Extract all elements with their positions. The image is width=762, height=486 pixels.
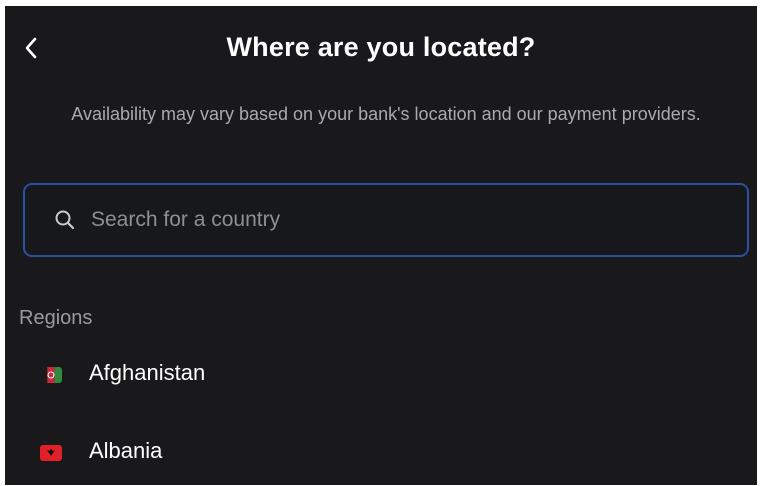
country-name: Albania — [89, 438, 163, 463]
country-item-afghanistan[interactable]: Afghanistan — [5, 348, 757, 414]
albania-flag-icon — [40, 445, 62, 461]
location-picker-screen: Where are you located? Availability may … — [5, 6, 757, 485]
search-field[interactable] — [23, 183, 749, 257]
regions-heading: Regions — [19, 307, 93, 329]
availability-note: Availability may vary based on your bank… — [71, 104, 701, 124]
country-name: Afghanistan — [89, 360, 206, 385]
page-title: Where are you located? — [226, 32, 536, 62]
afghanistan-flag-icon — [40, 367, 62, 383]
header: Where are you located? — [5, 24, 757, 72]
search-icon — [53, 208, 77, 232]
country-item-albania[interactable]: Albania — [5, 414, 757, 485]
country-list: Afghanistan Albania — [5, 348, 757, 485]
search-input[interactable] — [89, 199, 747, 241]
